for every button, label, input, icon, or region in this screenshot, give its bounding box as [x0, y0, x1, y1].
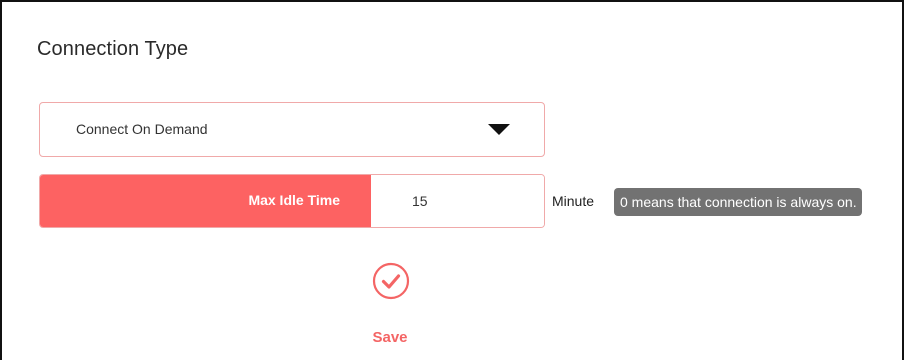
- save-label: Save: [372, 329, 408, 346]
- caret-down-icon[interactable]: [488, 124, 510, 135]
- section-title: Connection Type: [37, 38, 189, 60]
- max-idle-time-label: Max Idle Time: [248, 192, 340, 208]
- max-idle-time-label-box: Max Idle Time: [40, 175, 371, 227]
- unit-label: Minute: [552, 193, 595, 209]
- max-idle-time-field: Max Idle Time: [39, 174, 545, 228]
- check-circle-icon[interactable]: [372, 262, 410, 300]
- connection-type-dropdown[interactable]: Connect On Demand: [39, 102, 545, 157]
- hint-badge: 0 means that connection is always on.: [614, 188, 862, 216]
- dropdown-selected-value: Connect On Demand: [76, 121, 208, 137]
- save-button[interactable]: Save: [360, 262, 420, 348]
- max-idle-time-input[interactable]: [371, 175, 544, 227]
